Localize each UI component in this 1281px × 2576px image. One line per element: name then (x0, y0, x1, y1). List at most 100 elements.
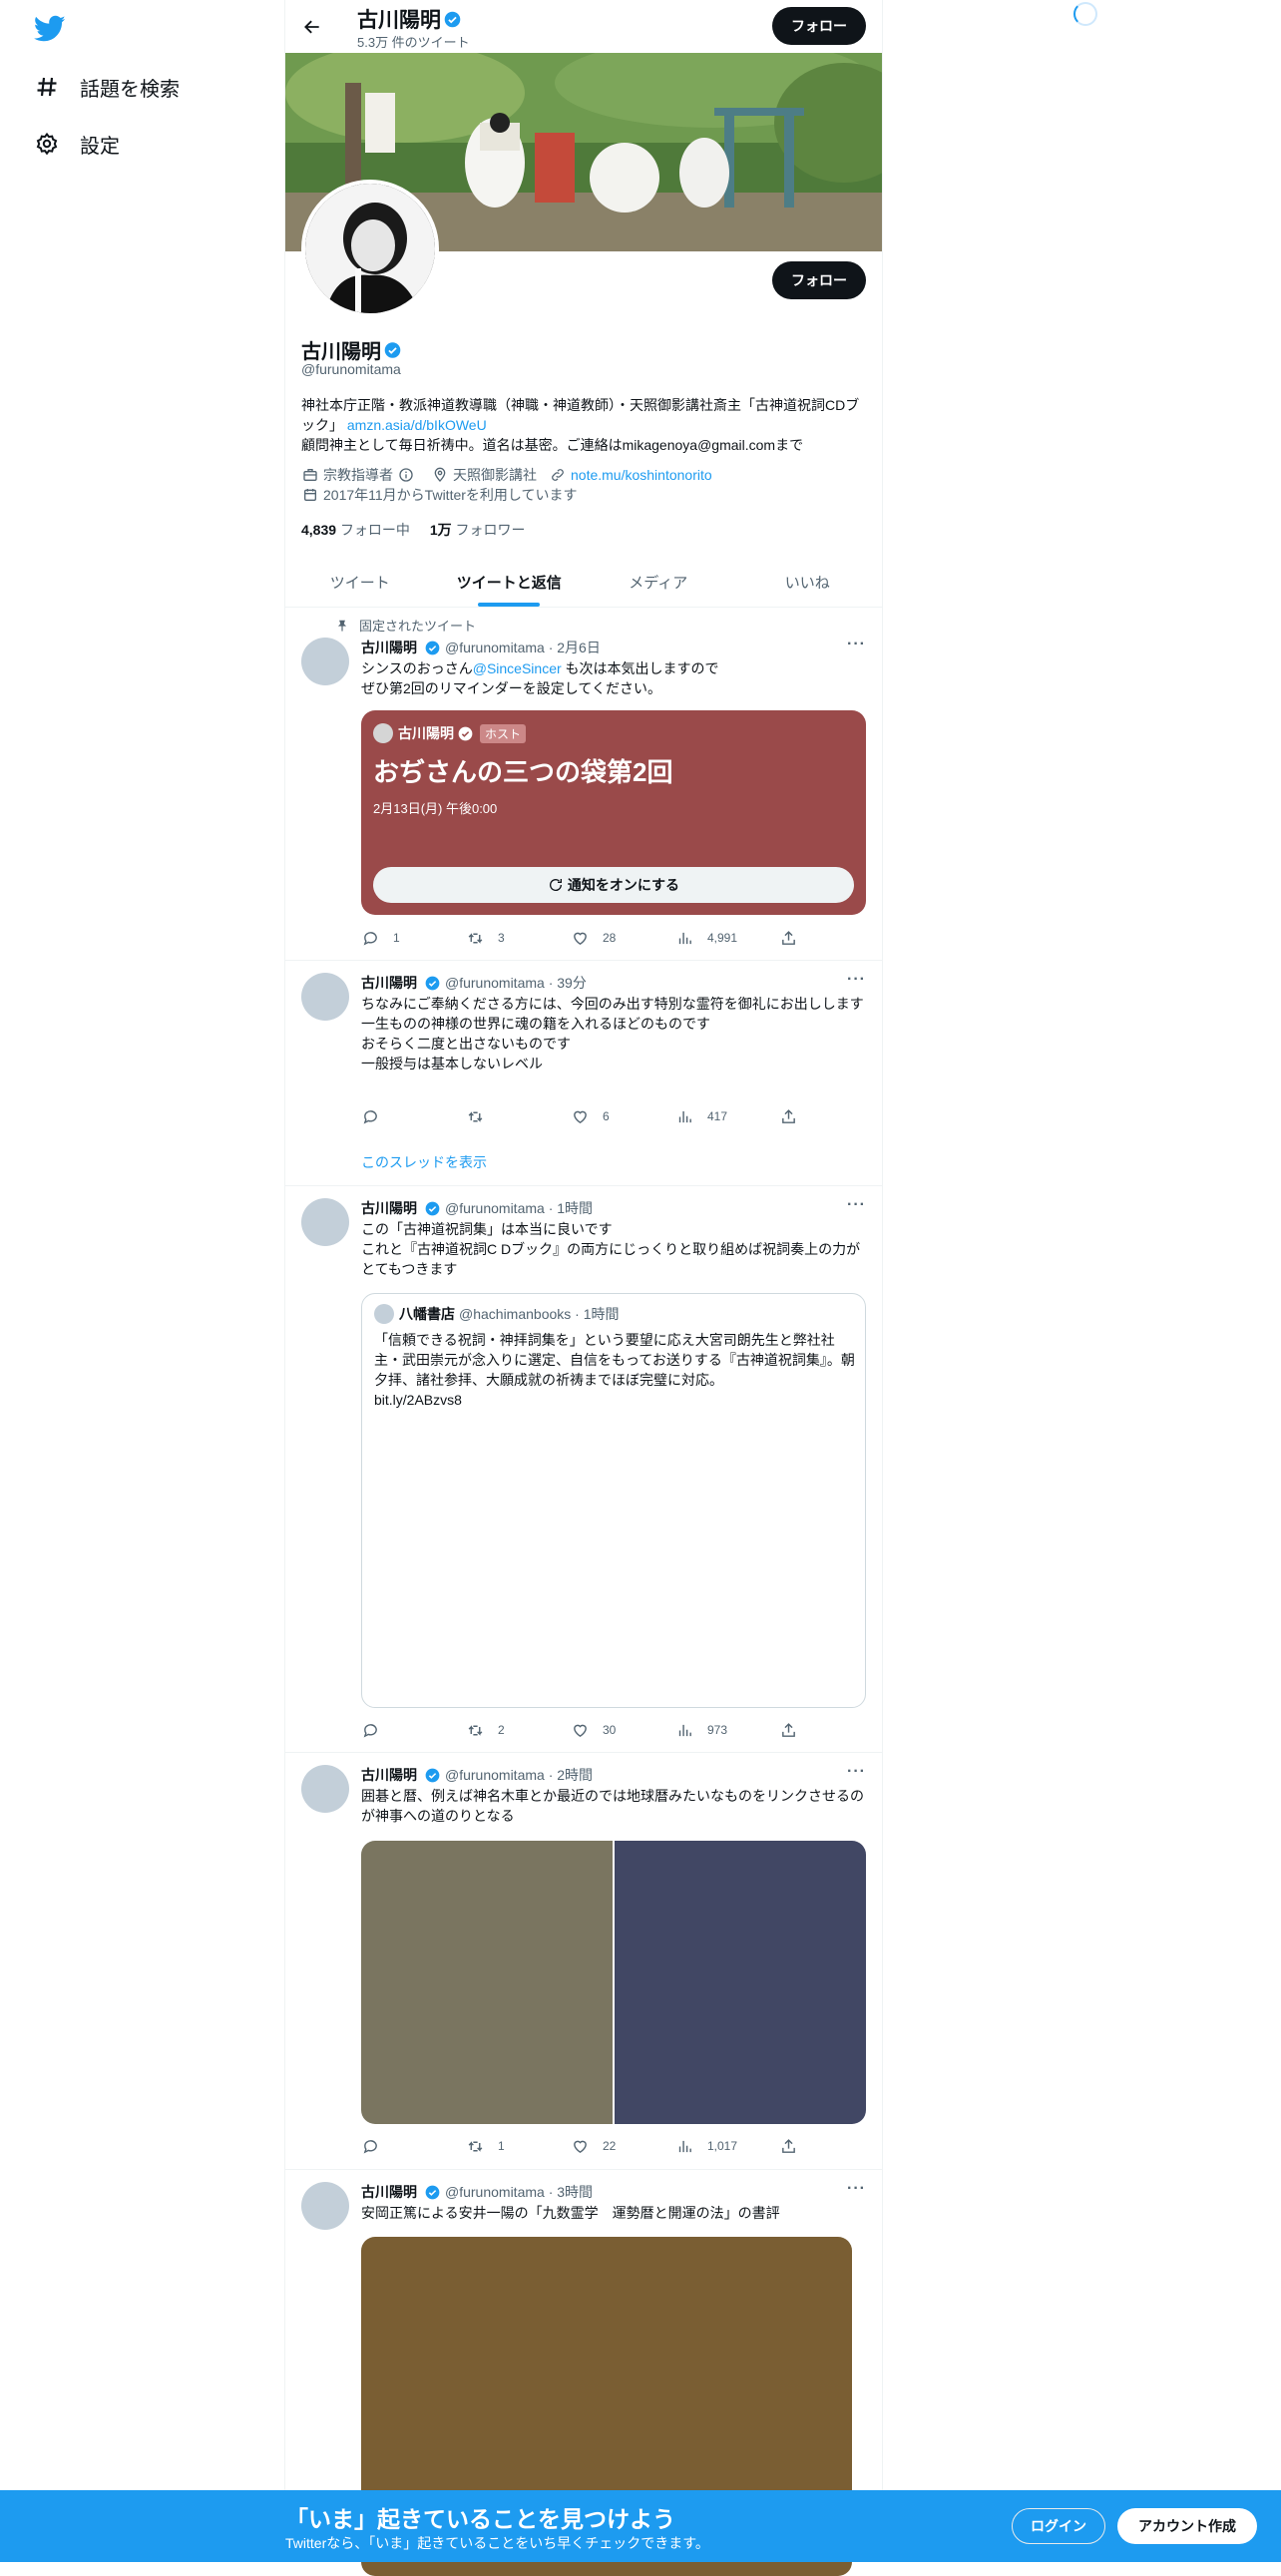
reply-button[interactable] (361, 1107, 451, 1125)
tweet-media[interactable] (361, 1841, 866, 2124)
tweet-text-line: 一般授与は基本しないレベル (361, 1056, 543, 1072)
more-options-icon[interactable]: ··· (847, 1763, 866, 1781)
media-image[interactable] (361, 1841, 615, 2124)
tab-tweets[interactable]: ツイート (285, 558, 435, 607)
retweet-button[interactable] (466, 1107, 556, 1125)
location-text: 天照御影講社 (453, 467, 537, 483)
tweet-avatar[interactable] (301, 638, 349, 685)
tweet-author-handle[interactable]: @furunomitama (445, 1767, 545, 1783)
quote-time: 1時間 (583, 1306, 620, 1322)
reply-button[interactable]: 1 (361, 929, 451, 947)
login-button[interactable]: ログイン (1012, 2508, 1105, 2544)
tweet-time[interactable]: 2月6日 (557, 638, 601, 657)
share-button[interactable] (780, 929, 800, 947)
views-button[interactable]: 1,017 (675, 2137, 765, 2155)
quote-author-name: 八幡書店 (399, 1306, 455, 1322)
retweet-button[interactable]: 3 (466, 929, 556, 947)
bio-link[interactable]: amzn.asia/d/bIkOWeU (347, 417, 487, 433)
tweet-time[interactable]: 2時間 (557, 1765, 593, 1785)
like-button[interactable]: 30 (571, 1721, 660, 1739)
reply-button[interactable] (361, 2137, 451, 2155)
tweet-author-name[interactable]: 古川陽明 (361, 638, 417, 657)
like-count: 30 (603, 1723, 617, 1737)
tweet-author-handle[interactable]: @furunomitama (445, 2184, 545, 2200)
retweet-icon (466, 929, 484, 947)
more-options-icon[interactable]: ··· (847, 1196, 866, 1214)
tweet-author-name[interactable]: 古川陽明 (361, 1198, 417, 1218)
following-link[interactable]: 4,839 フォロー中 (301, 522, 410, 538)
more-options-icon[interactable]: ··· (847, 971, 866, 989)
tweet-time[interactable]: 39分 (557, 973, 587, 993)
profile-handle: @furunomitama (301, 361, 401, 377)
tab-likes[interactable]: いいね (733, 558, 883, 607)
tweet-author-handle[interactable]: @furunomitama (445, 975, 545, 991)
like-button[interactable]: 22 (571, 2137, 660, 2155)
tweet-author-name[interactable]: 古川陽明 (361, 2182, 417, 2202)
share-button[interactable] (780, 2137, 800, 2155)
media-image[interactable] (615, 1841, 866, 2124)
profile-avatar[interactable] (301, 180, 439, 317)
share-button[interactable] (780, 1721, 800, 1739)
tweet-actions: 1 22 1,017 (361, 2137, 800, 2155)
following-label: フォロー中 (339, 522, 410, 538)
mention-link[interactable]: @SinceSincer (473, 660, 562, 676)
retweet-button[interactable]: 2 (466, 1721, 556, 1739)
tweet-avatar[interactable] (301, 2182, 349, 2230)
info-icon[interactable] (397, 466, 415, 484)
tweet-header: 古川陽明 @furunomitama · 3時間 (361, 2182, 594, 2202)
retweet-button[interactable]: 1 (466, 2137, 556, 2155)
hashtag-icon (30, 70, 64, 104)
twitter-bird-icon[interactable] (30, 12, 70, 46)
more-options-icon[interactable]: ··· (847, 636, 866, 653)
category-text: 宗教指導者 (323, 467, 393, 483)
reply-button[interactable] (361, 1721, 451, 1739)
tab-tweets-and-replies[interactable]: ツイートと返信 (435, 558, 585, 607)
quote-link[interactable]: bit.ly/2ABzvs8 (374, 1392, 462, 1408)
signup-button[interactable]: アカウント作成 (1117, 2508, 1257, 2544)
main-column: 古川陽明 5.3万 件のツイート フォロー フォロー 古川陽明 @furunom… (284, 0, 883, 2576)
quote-avatar (374, 1304, 394, 1324)
tab-media[interactable]: メディア (584, 558, 733, 607)
tweet[interactable]: 古川陽明 @furunomitama · 1時間 ··· この「古神道祝詞集」は… (285, 1186, 882, 1753)
tweet[interactable]: 固定されたツイート 古川陽明 @furunomitama · 2月6日 ··· … (285, 608, 882, 961)
tweet-avatar[interactable] (301, 1765, 349, 1813)
space-card[interactable]: 古川陽明 ホスト おぢさんの三つの袋第2回 2月13日(月) 午後0:00 通知… (361, 710, 866, 915)
tweet-time[interactable]: 1時間 (557, 1198, 593, 1218)
profile-header-bar: 古川陽明 5.3万 件のツイート フォロー (285, 0, 882, 53)
show-thread-link[interactable]: このスレッドを表示 (361, 1152, 487, 1172)
tweet-author-name[interactable]: 古川陽明 (361, 1765, 417, 1785)
reply-count: 1 (393, 931, 400, 945)
views-button[interactable]: 4,991 (675, 929, 765, 947)
like-button[interactable]: 6 (571, 1107, 660, 1125)
tweet-avatar[interactable] (301, 1198, 349, 1246)
heart-icon (571, 2137, 589, 2155)
header-name: 古川陽明 (357, 4, 461, 34)
tweet[interactable]: 古川陽明 @furunomitama · 39分 ··· ちなみにご奉納くださる… (285, 961, 882, 1186)
nav-settings[interactable]: 設定 (30, 124, 120, 164)
like-button[interactable]: 28 (571, 929, 660, 947)
quote-tweet[interactable]: 八幡書店 @hachimanbooks · 1時間 「信頼できる祝詞・神拝詞集を… (361, 1293, 866, 1708)
views-button[interactable]: 417 (675, 1107, 765, 1125)
tweet-author-handle[interactable]: @furunomitama (445, 640, 545, 655)
reply-icon (361, 1721, 379, 1739)
more-options-icon[interactable]: ··· (847, 2180, 866, 2198)
tweet-header: 古川陽明 @furunomitama · 2時間 (361, 1765, 594, 1785)
tweet-avatar[interactable] (301, 973, 349, 1021)
nav-explore[interactable]: 話題を検索 (30, 67, 180, 107)
website-link[interactable]: note.mu/koshintonorito (571, 465, 712, 485)
host-badge: ホスト (480, 723, 527, 743)
back-arrow-icon[interactable] (297, 12, 327, 42)
views-button[interactable]: 973 (675, 1721, 765, 1739)
set-reminder-button[interactable]: 通知をオンにする (373, 867, 854, 903)
tweet-time[interactable]: 3時間 (557, 2182, 593, 2202)
tweet[interactable]: 古川陽明 @furunomitama · 2時間 ··· 囲碁と暦、例えば神名木… (285, 1753, 882, 2170)
header-follow-button[interactable]: フォロー (772, 7, 866, 45)
tweet-author-name[interactable]: 古川陽明 (361, 973, 417, 993)
follow-button[interactable]: フォロー (772, 261, 866, 299)
tweet-author-handle[interactable]: @furunomitama (445, 1200, 545, 1216)
share-button[interactable] (780, 1107, 800, 1125)
verified-badge-icon (424, 1767, 441, 1784)
nav-explore-label: 話題を検索 (80, 78, 180, 101)
followers-link[interactable]: 1万 フォロワー (430, 522, 526, 538)
set-reminder-label: 通知をオンにする (567, 877, 680, 893)
